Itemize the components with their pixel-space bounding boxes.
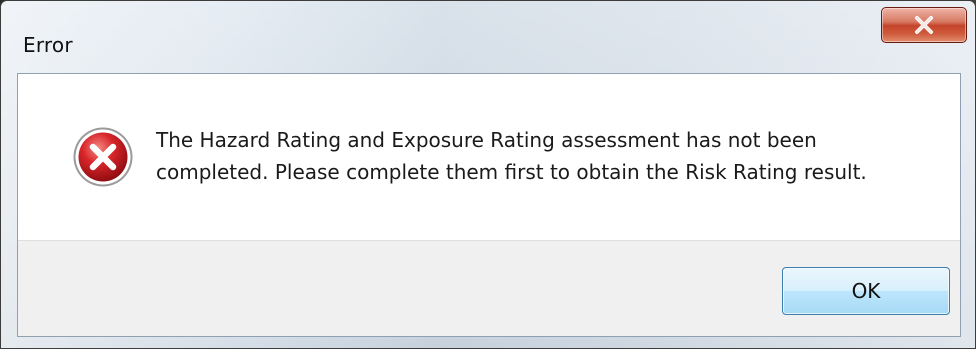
error-dialog-window: Error The Hazard Rating and Exposure Rat… <box>0 0 976 349</box>
message-area: The Hazard Rating and Exposure Rating as… <box>18 74 960 240</box>
window-title: Error <box>23 33 73 57</box>
dialog-client-area: The Hazard Rating and Exposure Rating as… <box>17 73 961 337</box>
error-message-line-2: completed. Please complete them first to… <box>156 160 867 184</box>
error-message-line-1: The Hazard Rating and Exposure Rating as… <box>156 128 817 152</box>
error-message: The Hazard Rating and Exposure Rating as… <box>156 124 936 188</box>
button-bar: OK <box>18 240 960 336</box>
title-bar[interactable]: Error <box>1 1 975 73</box>
close-icon <box>915 16 933 34</box>
close-button[interactable] <box>881 7 967 43</box>
error-icon <box>73 127 133 187</box>
ok-button[interactable]: OK <box>782 267 950 315</box>
